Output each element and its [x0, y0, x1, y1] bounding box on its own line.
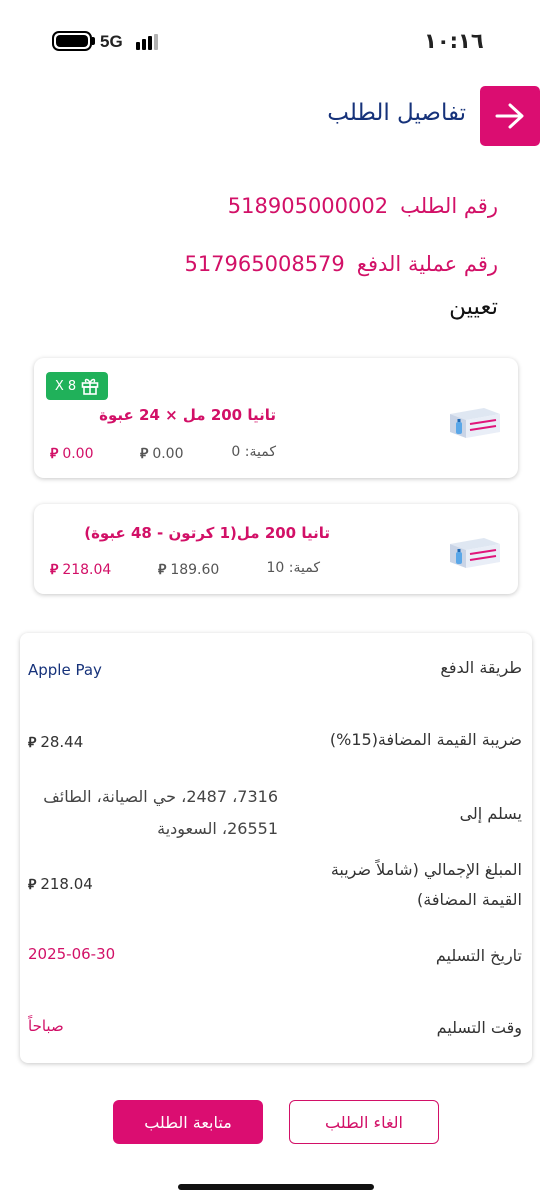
payment-method-value: Apple Pay	[28, 661, 102, 679]
riyal-icon: ⃁	[158, 562, 167, 578]
gift-count: X 8	[54, 378, 77, 394]
payment-method-label: طريقة الدفع	[440, 658, 522, 677]
battery-tip	[92, 37, 95, 45]
total-label: المبلغ الإجمالي (شاملاً ضريبة القيمة الم…	[330, 860, 522, 909]
riyal-icon: ⃁	[140, 446, 149, 462]
order-item-card: X 8 تانيا 200 مل × 24 عبوة كمية: 0 ⃁ 0.00…	[34, 358, 518, 478]
payment-id-value: 517965008579	[184, 252, 345, 276]
cancel-order-button[interactable]: الغاء الطلب	[289, 1100, 439, 1144]
payment-id-label: رقم عملية الدفع	[356, 252, 498, 276]
payment-id-row: رقم عملية الدفع 517965008579	[184, 252, 498, 276]
item-quantity: كمية: 10	[266, 560, 320, 576]
total-value: ⃁ 218.04	[28, 875, 93, 893]
network-label: 5G	[100, 32, 123, 51]
order-number-value: 518905000002	[227, 194, 389, 218]
order-number-label: رقم الطلب	[400, 194, 498, 218]
vat-value: ⃁ 28.44	[28, 733, 84, 751]
product-image	[450, 408, 500, 438]
vat-label: ضريبة القيمة المضافة(15%)	[329, 730, 522, 749]
gift-badge: X 8	[46, 372, 108, 400]
delivery-address: 7316، 2487، حي الصيانة، الطائف 26551، ال…	[43, 787, 278, 838]
status-bar: 5G ١٠:١٦	[0, 0, 552, 70]
deliver-to-label: يسلم إلى	[459, 804, 522, 823]
riyal-icon: ⃁	[50, 446, 59, 462]
item-total: ⃁ 0.00	[50, 446, 94, 462]
delivery-time-value: صباحاً	[28, 1017, 64, 1035]
riyal-icon: ⃁	[28, 877, 37, 893]
delivery-date-value: 2025-06-30	[28, 945, 116, 963]
item-unit-price: ⃁ 189.60	[158, 562, 220, 578]
battery-icon	[52, 31, 92, 51]
assign-label: تعيين	[449, 294, 498, 320]
riyal-icon: ⃁	[28, 735, 37, 751]
order-summary: طريقة الدفع Apple Pay ضريبة القيمة المضا…	[20, 633, 532, 1063]
product-name: تانيا 200 مل × 24 عبوة	[99, 406, 276, 424]
signal-icon	[136, 34, 162, 50]
product-image	[450, 538, 500, 568]
status-time: ١٠:١٦	[424, 29, 484, 53]
riyal-icon: ⃁	[50, 562, 59, 578]
page-title: تفاصيل الطلب	[327, 100, 466, 126]
item-quantity: كمية: 0	[231, 444, 276, 460]
product-name: تانيا 200 مل(1 كرتون - 48 عبوة)	[84, 524, 330, 542]
gift-icon	[81, 378, 99, 395]
order-number-row: رقم الطلب 518905000002	[228, 194, 498, 218]
back-button[interactable]	[480, 86, 540, 146]
delivery-date-label: تاريخ التسليم	[435, 946, 522, 965]
track-order-button[interactable]: متابعة الطلب	[113, 1100, 263, 1144]
item-unit-price: ⃁ 0.00	[140, 446, 184, 462]
order-item-card: تانيا 200 مل(1 كرتون - 48 عبوة) كمية: 10…	[34, 504, 518, 594]
home-indicator	[178, 1184, 374, 1190]
arrow-right-icon	[495, 103, 524, 129]
delivery-time-label: وقت التسليم	[436, 1018, 522, 1037]
item-total: ⃁ 218.04	[50, 562, 112, 578]
